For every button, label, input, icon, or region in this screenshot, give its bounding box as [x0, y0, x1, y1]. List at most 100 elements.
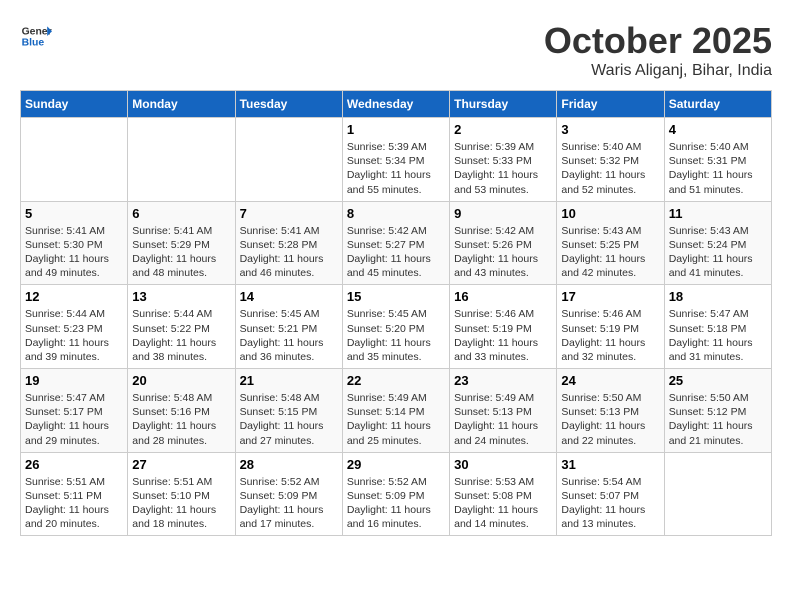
cell-content: Sunrise: 5:44 AM Sunset: 5:23 PM Dayligh…	[25, 307, 123, 364]
month-title: October 2025	[544, 20, 772, 62]
calendar-cell: 3 Sunrise: 5:40 AM Sunset: 5:32 PM Daylig…	[557, 118, 664, 202]
svg-text:Blue: Blue	[22, 38, 45, 49]
cell-content: Sunrise: 5:43 AM Sunset: 5:24 PM Dayligh…	[669, 224, 767, 281]
logo-icon: General Blue	[20, 20, 52, 52]
day-number: 29	[347, 457, 445, 472]
day-number: 17	[561, 289, 659, 304]
calendar-cell: 7Sunrise: 5:41 AM Sunset: 5:28 PM Daylig…	[235, 201, 342, 285]
day-number: 14	[240, 289, 338, 304]
location-title: Waris Aliganj, Bihar, India	[544, 62, 772, 80]
day-number: 19	[25, 373, 123, 388]
day-number: 2	[454, 122, 552, 137]
col-header-sunday: Sunday	[21, 91, 128, 118]
cell-content: Sunrise: 5:39 AM Sunset: 5:33 PM Dayligh…	[454, 140, 552, 197]
day-number: 9	[454, 206, 552, 221]
cell-content: Sunrise: 5:52 AM Sunset: 5:09 PM Dayligh…	[240, 475, 338, 532]
cell-content: Sunrise: 5:40 AM Sunset: 5:31 PM Dayligh…	[669, 140, 767, 197]
col-header-wednesday: Wednesday	[342, 91, 449, 118]
cell-content: Sunrise: 5:42 AM Sunset: 5:26 PM Dayligh…	[454, 224, 552, 281]
calendar-cell	[235, 118, 342, 202]
day-number: 20	[132, 373, 230, 388]
calendar-cell: 6Sunrise: 5:41 AM Sunset: 5:29 PM Daylig…	[128, 201, 235, 285]
calendar-cell: 12 Sunrise: 5:44 AM Sunset: 5:23 PM Dayli…	[21, 285, 128, 369]
calendar-cell: 4 Sunrise: 5:40 AM Sunset: 5:31 PM Daylig…	[664, 118, 771, 202]
calendar-cell: 9 Sunrise: 5:42 AM Sunset: 5:26 PM Daylig…	[450, 201, 557, 285]
cell-content: Sunrise: 5:43 AM Sunset: 5:25 PM Dayligh…	[561, 224, 659, 281]
day-number: 11	[669, 206, 767, 221]
day-number: 8	[347, 206, 445, 221]
day-number: 27	[132, 457, 230, 472]
calendar-cell	[128, 118, 235, 202]
calendar-cell: 26 Sunrise: 5:51 AM Sunset: 5:11 PM Dayli…	[21, 452, 128, 536]
cell-content: Sunrise: 5:41 AM Sunset: 5:29 PM Dayligh…	[132, 224, 230, 281]
day-number: 24	[561, 373, 659, 388]
calendar-cell: 23 Sunrise: 5:49 AM Sunset: 5:13 PM Dayli…	[450, 369, 557, 453]
cell-content: Sunrise: 5:48 AM Sunset: 5:15 PM Dayligh…	[240, 391, 338, 448]
cell-content: Sunrise: 5:40 AM Sunset: 5:32 PM Dayligh…	[561, 140, 659, 197]
day-number: 10	[561, 206, 659, 221]
calendar-cell: 16Sunrise: 5:46 AM Sunset: 5:19 PM Dayli…	[450, 285, 557, 369]
calendar-cell: 25Sunrise: 5:50 AM Sunset: 5:12 PM Dayli…	[664, 369, 771, 453]
calendar-cell: 5 Sunrise: 5:41 AM Sunset: 5:30 PM Daylig…	[21, 201, 128, 285]
calendar-cell	[664, 452, 771, 536]
day-number: 3	[561, 122, 659, 137]
cell-content: Sunrise: 5:48 AM Sunset: 5:16 PM Dayligh…	[132, 391, 230, 448]
day-number: 15	[347, 289, 445, 304]
day-number: 21	[240, 373, 338, 388]
week-row-3: 12 Sunrise: 5:44 AM Sunset: 5:23 PM Dayli…	[21, 285, 772, 369]
calendar-cell: 1 Sunrise: 5:39 AM Sunset: 5:34 PM Daylig…	[342, 118, 449, 202]
page-header: General Blue October 2025 Waris Aliganj,…	[20, 20, 772, 80]
cell-content: Sunrise: 5:51 AM Sunset: 5:11 PM Dayligh…	[25, 475, 123, 532]
calendar-cell: 30 Sunrise: 5:53 AM Sunset: 5:08 PM Dayli…	[450, 452, 557, 536]
day-number: 5	[25, 206, 123, 221]
calendar-table: SundayMondayTuesdayWednesdayThursdayFrid…	[20, 90, 772, 536]
logo: General Blue	[20, 20, 52, 52]
calendar-cell: 20 Sunrise: 5:48 AM Sunset: 5:16 PM Dayli…	[128, 369, 235, 453]
cell-content: Sunrise: 5:47 AM Sunset: 5:17 PM Dayligh…	[25, 391, 123, 448]
cell-content: Sunrise: 5:47 AM Sunset: 5:18 PM Dayligh…	[669, 307, 767, 364]
day-number: 26	[25, 457, 123, 472]
col-header-thursday: Thursday	[450, 91, 557, 118]
calendar-cell: 31Sunrise: 5:54 AM Sunset: 5:07 PM Dayli…	[557, 452, 664, 536]
calendar-cell: 17 Sunrise: 5:46 AM Sunset: 5:19 PM Dayli…	[557, 285, 664, 369]
calendar-cell: 19 Sunrise: 5:47 AM Sunset: 5:17 PM Dayli…	[21, 369, 128, 453]
calendar-cell: 2 Sunrise: 5:39 AM Sunset: 5:33 PM Daylig…	[450, 118, 557, 202]
day-number: 31	[561, 457, 659, 472]
day-number: 16	[454, 289, 552, 304]
calendar-cell: 24Sunrise: 5:50 AM Sunset: 5:13 PM Dayli…	[557, 369, 664, 453]
cell-content: Sunrise: 5:52 AM Sunset: 5:09 PM Dayligh…	[347, 475, 445, 532]
cell-content: Sunrise: 5:49 AM Sunset: 5:14 PM Dayligh…	[347, 391, 445, 448]
day-number: 1	[347, 122, 445, 137]
calendar-cell: 22 Sunrise: 5:49 AM Sunset: 5:14 PM Dayli…	[342, 369, 449, 453]
title-section: October 2025 Waris Aliganj, Bihar, India	[544, 20, 772, 80]
calendar-cell: 15 Sunrise: 5:45 AM Sunset: 5:20 PM Dayli…	[342, 285, 449, 369]
calendar-cell: 21 Sunrise: 5:48 AM Sunset: 5:15 PM Dayli…	[235, 369, 342, 453]
cell-content: Sunrise: 5:45 AM Sunset: 5:20 PM Dayligh…	[347, 307, 445, 364]
calendar-cell	[21, 118, 128, 202]
day-number: 25	[669, 373, 767, 388]
week-row-2: 5 Sunrise: 5:41 AM Sunset: 5:30 PM Daylig…	[21, 201, 772, 285]
cell-content: Sunrise: 5:45 AM Sunset: 5:21 PM Dayligh…	[240, 307, 338, 364]
day-number: 28	[240, 457, 338, 472]
cell-content: Sunrise: 5:49 AM Sunset: 5:13 PM Dayligh…	[454, 391, 552, 448]
calendar-cell: 28 Sunrise: 5:52 AM Sunset: 5:09 PM Dayli…	[235, 452, 342, 536]
cell-content: Sunrise: 5:46 AM Sunset: 5:19 PM Dayligh…	[561, 307, 659, 364]
col-header-friday: Friday	[557, 91, 664, 118]
col-header-monday: Monday	[128, 91, 235, 118]
calendar-cell: 27Sunrise: 5:51 AM Sunset: 5:10 PM Dayli…	[128, 452, 235, 536]
day-number: 4	[669, 122, 767, 137]
cell-content: Sunrise: 5:39 AM Sunset: 5:34 PM Dayligh…	[347, 140, 445, 197]
calendar-cell: 18Sunrise: 5:47 AM Sunset: 5:18 PM Dayli…	[664, 285, 771, 369]
cell-content: Sunrise: 5:53 AM Sunset: 5:08 PM Dayligh…	[454, 475, 552, 532]
cell-content: Sunrise: 5:41 AM Sunset: 5:30 PM Dayligh…	[25, 224, 123, 281]
calendar-cell: 14 Sunrise: 5:45 AM Sunset: 5:21 PM Dayli…	[235, 285, 342, 369]
week-row-1: 1 Sunrise: 5:39 AM Sunset: 5:34 PM Daylig…	[21, 118, 772, 202]
col-header-tuesday: Tuesday	[235, 91, 342, 118]
day-number: 7	[240, 206, 338, 221]
day-number: 12	[25, 289, 123, 304]
day-number: 22	[347, 373, 445, 388]
day-number: 23	[454, 373, 552, 388]
week-row-4: 19 Sunrise: 5:47 AM Sunset: 5:17 PM Dayli…	[21, 369, 772, 453]
day-number: 30	[454, 457, 552, 472]
calendar-cell: 10 Sunrise: 5:43 AM Sunset: 5:25 PM Dayli…	[557, 201, 664, 285]
